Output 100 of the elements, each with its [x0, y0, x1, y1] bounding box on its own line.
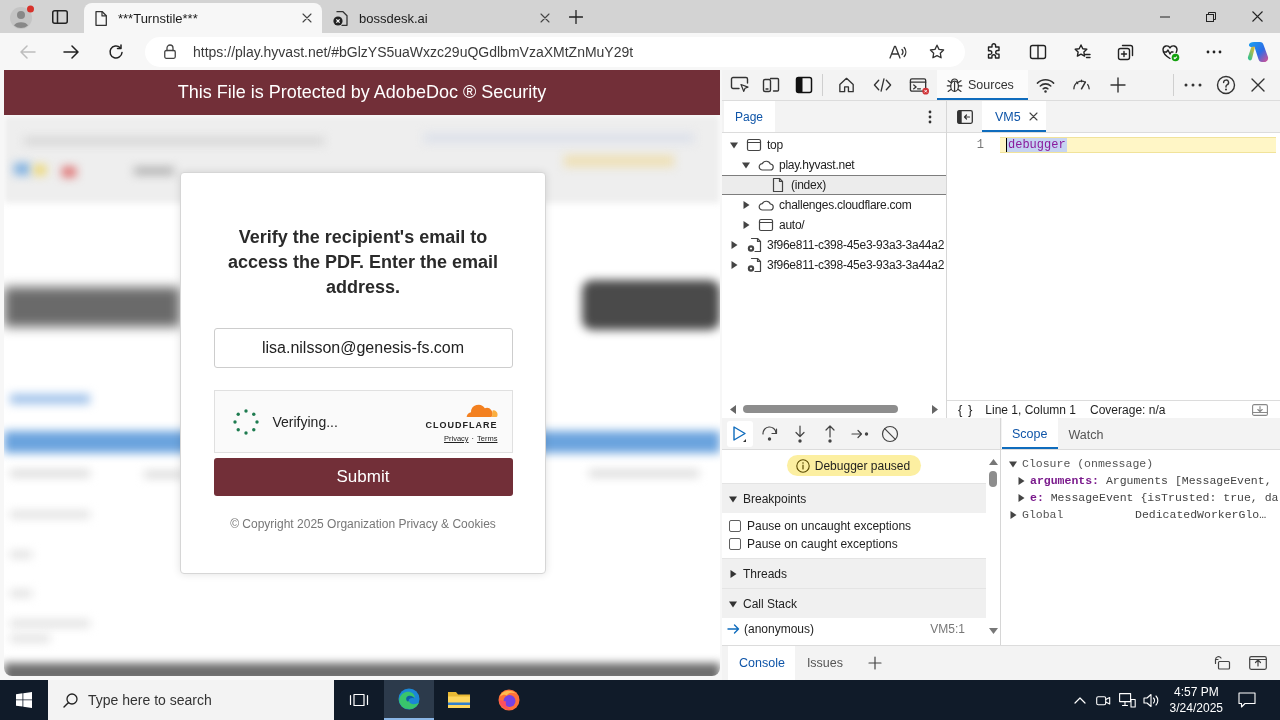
notification-icon[interactable]: [1238, 692, 1256, 708]
caret-right-icon[interactable]: [932, 404, 938, 414]
caret-down-icon[interactable]: [742, 161, 750, 169]
tree-item[interactable]: 3f96e811-c398-45e3-93a3-3a44a2: [722, 235, 946, 255]
lock-icon[interactable]: [164, 44, 176, 59]
scrollbar-thumb[interactable]: [743, 405, 898, 413]
section-header[interactable]: Threads: [722, 558, 986, 588]
clock-date[interactable]: 3/24/2025: [1169, 700, 1223, 716]
gear-file-icon: [746, 257, 762, 273]
browser-tab[interactable]: ***Turnstile***: [84, 3, 322, 33]
star-icon[interactable]: [929, 43, 945, 60]
chevron-up-icon[interactable]: [1073, 696, 1086, 704]
caret-right-icon[interactable]: [730, 261, 738, 269]
pretty-print-button[interactable]: { }: [958, 402, 974, 417]
caret-right-icon[interactable]: [1017, 476, 1025, 485]
drawer-tab[interactable]: Console: [728, 646, 795, 680]
checkbox[interactable]: [729, 520, 741, 532]
sidebar-toggle-icon[interactable]: [957, 109, 973, 124]
property-name[interactable]: e:: [1030, 489, 1044, 506]
device-icon[interactable]: [761, 75, 781, 95]
caret-right-icon[interactable]: [729, 569, 737, 578]
code-text: debugger: [1006, 138, 1067, 152]
caret-down-icon[interactable]: [729, 599, 737, 608]
tree-item[interactable]: (index): [722, 175, 946, 195]
checkbox-label[interactable]: Pause on caught exceptions: [747, 537, 898, 551]
taskbar-button[interactable]: [384, 680, 434, 720]
frame-name[interactable]: (anonymous): [744, 622, 815, 636]
address-bar[interactable]: https://play.hyvast.net/#bGlzYS5uaWxzc29uQGdlbmVzaXMtZnMuY29t: [145, 36, 965, 67]
tree-item[interactable]: play.hyvast.net: [722, 155, 946, 175]
search-field[interactable]: Type here to search: [48, 680, 334, 720]
tree-item[interactable]: top: [722, 135, 946, 155]
dialog-heading: Verify the recipient's email to access the PDF. Enter the email address.: [226, 226, 500, 299]
caret-up-icon[interactable]: [988, 459, 998, 465]
step-over-icon[interactable]: [760, 423, 780, 444]
close-icon[interactable]: [540, 13, 550, 23]
help-icon[interactable]: [1216, 75, 1236, 95]
property-name[interactable]: arguments:: [1030, 472, 1099, 489]
checkbox[interactable]: [729, 538, 741, 550]
tree-item[interactable]: 3f96e811-c398-45e3-93a3-3a44a2: [722, 255, 946, 275]
resume-icon: [731, 424, 749, 443]
email-field[interactable]: lisa.nilsson@genesis-fs.com: [213, 328, 513, 368]
caret-right-icon[interactable]: [1009, 510, 1017, 519]
more-icon[interactable]: [1184, 83, 1202, 87]
windows-logo-icon[interactable]: [16, 692, 32, 708]
caret-left-icon[interactable]: [730, 404, 736, 414]
checkbox-label[interactable]: Pause on uncaught exceptions: [747, 519, 912, 533]
tree-item[interactable]: challenges.cloudflare.com: [722, 195, 946, 215]
volume-icon[interactable]: [1143, 692, 1161, 708]
plus-icon[interactable]: [1109, 76, 1127, 94]
file-tab[interactable]: VM5: [982, 101, 1046, 132]
caret-right-icon[interactable]: [730, 241, 738, 249]
browser-tab[interactable]: bossdesk.ai: [322, 3, 560, 33]
caret-down-icon[interactable]: [729, 494, 737, 503]
close-icon[interactable]: [1250, 77, 1266, 93]
new-tab-icon[interactable]: [569, 9, 583, 24]
scope-name[interactable]: Global: [1022, 506, 1135, 523]
scrollbar-thumb[interactable]: [989, 471, 997, 487]
panel-tab[interactable]: Sources: [937, 70, 1028, 100]
caret-down-icon[interactable]: [730, 141, 738, 149]
forward-arrow-icon[interactable]: [63, 44, 79, 59]
panel-tab[interactable]: Page: [724, 101, 776, 132]
minimize-icon[interactable]: [1160, 15, 1170, 18]
deactivate-breakpoints-icon[interactable]: [880, 423, 900, 444]
kebab-menu-icon[interactable]: [928, 109, 932, 124]
section-header[interactable]: Call Stack: [722, 588, 986, 618]
code-icon[interactable]: [873, 75, 893, 95]
console-icon[interactable]: [909, 75, 929, 95]
plus-icon[interactable]: [868, 656, 882, 670]
panel-tab[interactable]: Scope: [1002, 418, 1059, 449]
tab-panel-icon[interactable]: [52, 8, 68, 25]
submit-button[interactable]: Submit: [213, 458, 513, 496]
caret-right-icon[interactable]: [1017, 493, 1025, 502]
section-header[interactable]: Breakpoints: [722, 483, 986, 513]
dock-icon[interactable]: [1213, 656, 1231, 670]
scope-name[interactable]: Closure (onmessage): [1022, 455, 1154, 472]
gradient-logo-icon[interactable]: [1247, 40, 1269, 63]
clock-time[interactable]: 4:57 PM: [1169, 684, 1223, 700]
inspect-icon[interactable]: [730, 75, 750, 95]
close-icon[interactable]: [302, 13, 312, 23]
tree-item[interactable]: auto/: [722, 215, 946, 235]
read-aloud-icon[interactable]: [889, 44, 907, 59]
close-icon[interactable]: [1029, 112, 1038, 121]
panel-tab[interactable]: Watch: [1058, 418, 1115, 449]
camera-icon[interactable]: [1096, 693, 1112, 707]
drawer-tab[interactable]: Issues: [795, 646, 853, 680]
restore-icon[interactable]: [1206, 11, 1216, 22]
frame-location[interactable]: VM5:1: [930, 622, 965, 636]
url-text[interactable]: https://play.hyvast.net/#bGlzYS5uaWxzc29uQGdlbmVzaXMtZnMuY29t: [193, 43, 634, 60]
caret-right-icon[interactable]: [742, 221, 750, 229]
refresh-icon[interactable]: [108, 43, 124, 60]
expand-panel-icon[interactable]: [1249, 656, 1267, 670]
close-icon[interactable]: [1251, 11, 1263, 22]
tray-icon[interactable]: [1252, 403, 1268, 416]
caret-right-icon[interactable]: [742, 201, 750, 209]
resume-button[interactable]: [727, 420, 753, 447]
profile-icon[interactable]: [9, 4, 35, 29]
network-icon[interactable]: [1119, 692, 1137, 708]
home-icon[interactable]: [837, 75, 857, 95]
dock-side-icon[interactable]: [795, 76, 813, 94]
caret-down-icon[interactable]: [1009, 459, 1017, 468]
